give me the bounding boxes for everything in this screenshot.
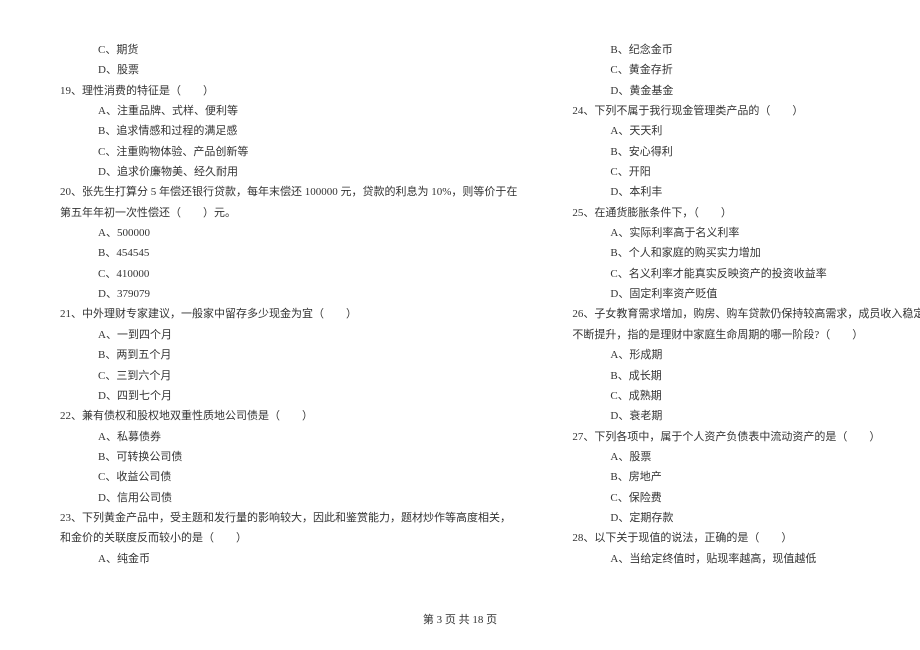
opt-20-c: C、410000: [60, 264, 517, 284]
opt-23-d: D、黄金基金: [572, 81, 920, 101]
question-21: 21、中外理财专家建议，一般家中留存多少现金为宜（ ）: [60, 304, 517, 324]
question-23-line1: 23、下列黄金产品中，受主题和发行量的影响较大，因此和鉴赏能力，题材炒作等高度相…: [60, 508, 517, 528]
opt-26-c: C、成熟期: [572, 386, 920, 406]
opt-22-d: D、信用公司债: [60, 488, 517, 508]
opt-28-a: A、当给定终值时，贴现率越高，现值越低: [572, 549, 920, 569]
opt-25-c: C、名义利率才能真实反映资产的投资收益率: [572, 264, 920, 284]
opt-24-a: A、天天利: [572, 121, 920, 141]
opt-24-b: B、安心得利: [572, 142, 920, 162]
opt-23-b: B、纪念金币: [572, 40, 920, 60]
opt-22-a: A、私募债券: [60, 427, 517, 447]
opt-22-b: B、可转换公司债: [60, 447, 517, 467]
opt-25-d: D、固定利率资产贬值: [572, 284, 920, 304]
page-body: C、期货 D、股票 19、理性消费的特征是（ ） A、注重品牌、式样、便利等 B…: [0, 0, 920, 600]
question-27: 27、下列各项中，属于个人资产负债表中流动资产的是（ ）: [572, 427, 920, 447]
opt-21-d: D、四到七个月: [60, 386, 517, 406]
opt-27-a: A、股票: [572, 447, 920, 467]
opt-27-b: B、房地产: [572, 467, 920, 487]
question-20-line1: 20、张先生打算分 5 年偿还银行贷款，每年末偿还 100000 元，贷款的利息…: [60, 182, 517, 202]
question-26-line1: 26、子女教育需求增加，购房、购车贷款仍保持较高需求，成员收入稳定，家庭风险承受…: [572, 304, 920, 324]
opt-25-b: B、个人和家庭的购买实力增加: [572, 243, 920, 263]
question-26-line2: 不断提升，指的是理财中家庭生命周期的哪一阶段?（ ）: [572, 325, 920, 345]
opt-19-c: C、注重购物体验、产品创新等: [60, 142, 517, 162]
opt-27-c: C、保险费: [572, 488, 920, 508]
opt-25-a: A、实际利率高于名义利率: [572, 223, 920, 243]
right-column: B、纪念金币 C、黄金存折 D、黄金基金 24、下列不属于我行现金管理类产品的（…: [572, 40, 920, 560]
opt-20-d: D、379079: [60, 284, 517, 304]
opt-21-a: A、一到四个月: [60, 325, 517, 345]
opt-21-b: B、两到五个月: [60, 345, 517, 365]
opt-23-a: A、纯金币: [60, 549, 517, 569]
opt-23-c: C、黄金存折: [572, 60, 920, 80]
left-column: C、期货 D、股票 19、理性消费的特征是（ ） A、注重品牌、式样、便利等 B…: [60, 40, 517, 560]
question-25: 25、在通货膨胀条件下，（ ）: [572, 203, 920, 223]
opt-18-d: D、股票: [60, 60, 517, 80]
opt-24-d: D、本利丰: [572, 182, 920, 202]
opt-19-d: D、追求价廉物美、经久耐用: [60, 162, 517, 182]
question-20-line2: 第五年年初一次性偿还（ ）元。: [60, 203, 517, 223]
opt-24-c: C、开阳: [572, 162, 920, 182]
opt-21-c: C、三到六个月: [60, 366, 517, 386]
question-22: 22、兼有债权和股权地双重性质地公司债是（ ）: [60, 406, 517, 426]
question-19: 19、理性消费的特征是（ ）: [60, 81, 517, 101]
question-23-line2: 和金价的关联度反而较小的是（ ）: [60, 528, 517, 548]
opt-26-a: A、形成期: [572, 345, 920, 365]
opt-26-b: B、成长期: [572, 366, 920, 386]
opt-19-a: A、注重品牌、式样、便利等: [60, 101, 517, 121]
question-28: 28、以下关于现值的说法，正确的是（ ）: [572, 528, 920, 548]
opt-18-c: C、期货: [60, 40, 517, 60]
page-footer: 第 3 页 共 18 页: [0, 610, 920, 630]
opt-20-a: A、500000: [60, 223, 517, 243]
opt-20-b: B、454545: [60, 243, 517, 263]
opt-26-d: D、衰老期: [572, 406, 920, 426]
opt-27-d: D、定期存款: [572, 508, 920, 528]
question-24: 24、下列不属于我行现金管理类产品的（ ）: [572, 101, 920, 121]
opt-19-b: B、追求情感和过程的满足感: [60, 121, 517, 141]
opt-22-c: C、收益公司债: [60, 467, 517, 487]
